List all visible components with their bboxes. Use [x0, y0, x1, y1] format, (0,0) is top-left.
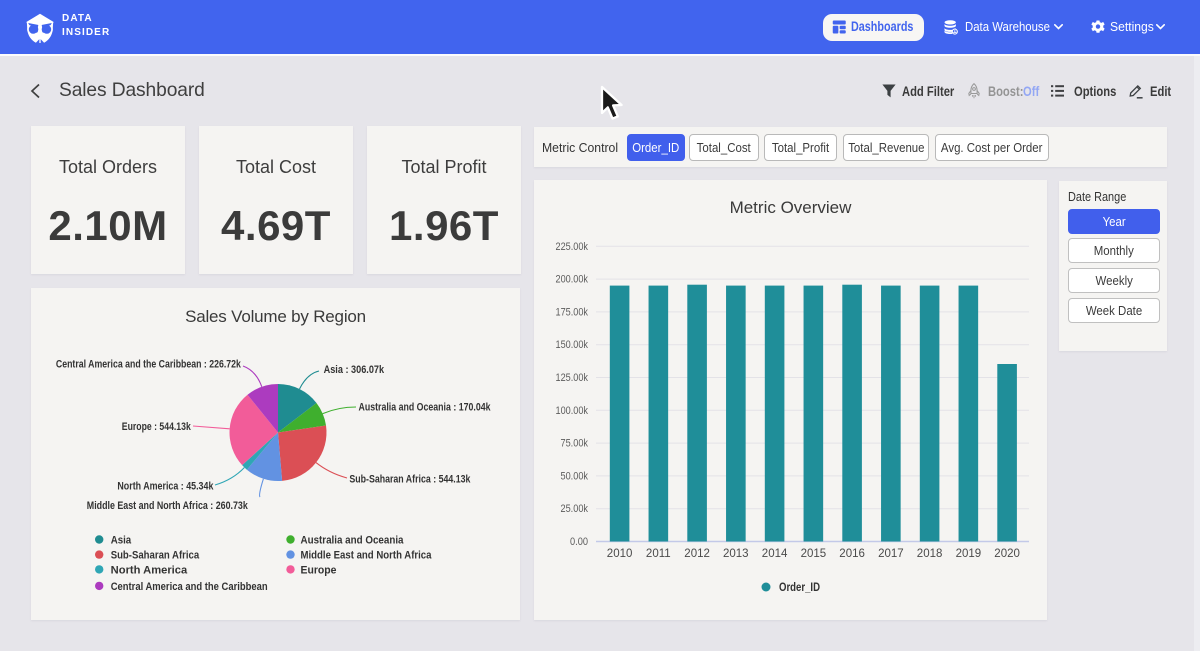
svg-text:2016: 2016	[839, 548, 865, 560]
svg-text:Europe : 544.13k: Europe : 544.13k	[122, 421, 192, 433]
svg-text:2019: 2019	[956, 548, 982, 560]
svg-text:100.00k: 100.00k	[556, 405, 589, 417]
svg-text:Asia: Asia	[111, 535, 132, 547]
svg-text:Australia and Oceania: Australia and Oceania	[301, 535, 405, 547]
svg-text:75.00k: 75.00k	[561, 438, 589, 450]
svg-text:Order_ID: Order_ID	[779, 582, 820, 594]
svg-text:North America: North America	[111, 564, 188, 576]
svg-text:Middle East and North Africa :: Middle East and North Africa : 260.73k	[87, 500, 249, 512]
svg-text:2012: 2012	[684, 548, 710, 560]
svg-text:125.00k: 125.00k	[556, 372, 589, 384]
svg-text:0.00: 0.00	[570, 536, 588, 548]
svg-text:2015: 2015	[801, 548, 827, 560]
svg-text:175.00k: 175.00k	[556, 306, 589, 318]
svg-text:Asia : 306.07k: Asia : 306.07k	[324, 364, 385, 376]
svg-text:Middle East and North Africa: Middle East and North Africa	[301, 550, 433, 562]
svg-text:50.00k: 50.00k	[561, 470, 589, 482]
svg-text:Central America and the Caribb: Central America and the Caribbean	[111, 581, 268, 593]
svg-text:2014: 2014	[762, 548, 788, 560]
svg-text:Europe: Europe	[301, 564, 337, 576]
svg-text:Australia and Oceania : 170.04: Australia and Oceania : 170.04k	[359, 402, 492, 414]
svg-text:25.00k: 25.00k	[561, 503, 589, 515]
svg-text:200.00k: 200.00k	[556, 274, 589, 286]
svg-text:2018: 2018	[917, 548, 943, 560]
svg-text:Sub-Saharan Africa: Sub-Saharan Africa	[111, 550, 200, 562]
svg-text:North America : 45.34k: North America : 45.34k	[117, 481, 214, 493]
svg-text:150.00k: 150.00k	[556, 339, 589, 351]
svg-text:2013: 2013	[723, 548, 749, 560]
svg-text:2017: 2017	[878, 548, 904, 560]
svg-text:2020: 2020	[994, 548, 1020, 560]
svg-text:2011: 2011	[646, 548, 671, 560]
svg-text:Sub-Saharan Africa : 544.13k: Sub-Saharan Africa : 544.13k	[349, 474, 471, 486]
svg-text:2010: 2010	[607, 548, 633, 560]
svg-text:225.00k: 225.00k	[556, 241, 589, 253]
svg-text:Central America and the Caribb: Central America and the Caribbean : 226.…	[56, 359, 242, 371]
